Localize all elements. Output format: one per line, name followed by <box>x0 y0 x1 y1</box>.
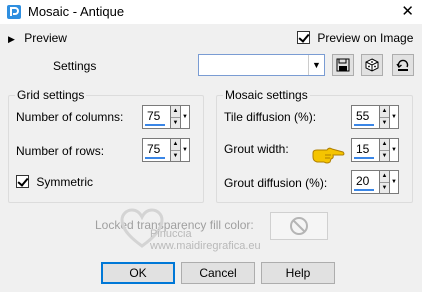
reset-button[interactable] <box>392 54 414 76</box>
arrow-down-icon[interactable]: ▼ <box>380 151 389 162</box>
preview-on-image-label: Preview on Image <box>317 31 414 45</box>
tile-diffusion-label: Tile diffusion (%): <box>224 110 317 124</box>
rows-stepper[interactable]: ▲ ▼ <box>171 138 181 162</box>
triangle-right-icon: ▶ <box>8 34 15 44</box>
settings-dropdown[interactable]: ▼ <box>198 54 325 76</box>
value-indicator <box>145 124 165 126</box>
columns-dropdown-icon[interactable]: ▼ <box>181 105 190 129</box>
rows-label: Number of rows: <box>16 144 105 158</box>
settings-label: Settings <box>53 59 97 73</box>
chevron-down-icon[interactable]: ▼ <box>308 55 324 75</box>
rows-input[interactable]: 75 <box>142 138 171 162</box>
watermark-line-1: Pinuccia <box>150 228 192 240</box>
rows-spinner[interactable]: 75 ▲ ▼ ▼ <box>142 138 190 162</box>
ok-button[interactable]: OK <box>101 262 175 284</box>
save-preset-button[interactable] <box>332 54 354 76</box>
save-icon <box>336 58 350 72</box>
preview-on-image-checkbox[interactable]: Preview on Image <box>297 31 413 45</box>
arrow-up-icon[interactable]: ▲ <box>171 139 180 151</box>
tile-diffusion-dropdown-icon[interactable]: ▼ <box>390 105 399 129</box>
arrow-up-icon[interactable]: ▲ <box>380 106 389 118</box>
grout-diffusion-dropdown-icon[interactable]: ▼ <box>390 170 399 194</box>
reset-icon <box>396 59 409 71</box>
arrow-down-icon[interactable]: ▼ <box>171 118 180 129</box>
preview-label: Preview <box>24 31 67 45</box>
grout-width-label: Grout width: <box>224 142 289 156</box>
checkbox-icon <box>16 175 29 188</box>
grout-width-dropdown-icon[interactable]: ▼ <box>390 138 399 162</box>
grout-diffusion-value: 20 <box>356 174 370 188</box>
grout-width-input[interactable]: 15 <box>351 138 380 162</box>
arrow-down-icon[interactable]: ▼ <box>380 118 389 129</box>
value-indicator <box>354 189 374 191</box>
arrow-up-icon[interactable]: ▲ <box>380 139 389 151</box>
arrow-down-icon[interactable]: ▼ <box>380 183 389 194</box>
title-bar: Mosaic - Antique ✕ <box>0 0 422 24</box>
window-title: Mosaic - Antique <box>28 4 125 19</box>
grout-diffusion-input[interactable]: 20 <box>351 170 380 194</box>
help-button[interactable]: Help <box>261 262 335 284</box>
columns-stepper[interactable]: ▲ ▼ <box>171 105 181 129</box>
symmetric-checkbox[interactable]: Symmetric <box>16 175 93 189</box>
value-indicator <box>145 157 165 159</box>
rows-dropdown-icon[interactable]: ▼ <box>181 138 190 162</box>
grout-diffusion-label: Grout diffusion (%): <box>224 176 328 190</box>
grout-width-value: 15 <box>356 142 370 156</box>
grout-diffusion-spinner[interactable]: 20 ▲ ▼ ▼ <box>351 170 399 194</box>
tile-diffusion-spinner[interactable]: 55 ▲ ▼ ▼ <box>351 105 399 129</box>
value-indicator <box>354 157 374 159</box>
app-icon <box>7 5 21 19</box>
columns-spinner[interactable]: 75 ▲ ▼ ▼ <box>142 105 190 129</box>
columns-input[interactable]: 75 <box>142 105 171 129</box>
watermark-text: Pinuccia www.maidiregrafica.eu <box>150 228 261 252</box>
hand-pointer-icon <box>312 147 345 164</box>
tile-diffusion-input[interactable]: 55 <box>351 105 380 129</box>
symmetric-label: Symmetric <box>36 175 94 189</box>
dice-icon <box>365 58 379 72</box>
no-symbol-icon <box>290 217 308 235</box>
columns-value: 75 <box>147 109 161 123</box>
watermark-line-2: www.maidiregrafica.eu <box>150 240 261 252</box>
grout-diffusion-stepper[interactable]: ▲ ▼ <box>380 170 390 194</box>
tile-diffusion-stepper[interactable]: ▲ ▼ <box>380 105 390 129</box>
grout-width-stepper[interactable]: ▲ ▼ <box>380 138 390 162</box>
columns-label: Number of columns: <box>16 110 124 124</box>
arrow-down-icon[interactable]: ▼ <box>171 151 180 162</box>
preview-toggle[interactable]: ▶ Preview <box>8 31 67 45</box>
grout-width-spinner[interactable]: 15 ▲ ▼ ▼ <box>351 138 399 162</box>
tile-diffusion-value: 55 <box>356 109 370 123</box>
mosaic-settings-title: Mosaic settings <box>223 88 310 102</box>
locked-transparency-swatch <box>270 212 328 240</box>
randomize-button[interactable] <box>361 54 383 76</box>
arrow-up-icon[interactable]: ▲ <box>171 106 180 118</box>
cancel-button[interactable]: Cancel <box>181 262 255 284</box>
rows-value: 75 <box>147 142 161 156</box>
grid-settings-title: Grid settings <box>15 88 87 102</box>
value-indicator <box>354 124 374 126</box>
checkbox-icon <box>297 31 310 44</box>
arrow-up-icon[interactable]: ▲ <box>380 171 389 183</box>
close-icon[interactable]: ✕ <box>401 2 414 20</box>
